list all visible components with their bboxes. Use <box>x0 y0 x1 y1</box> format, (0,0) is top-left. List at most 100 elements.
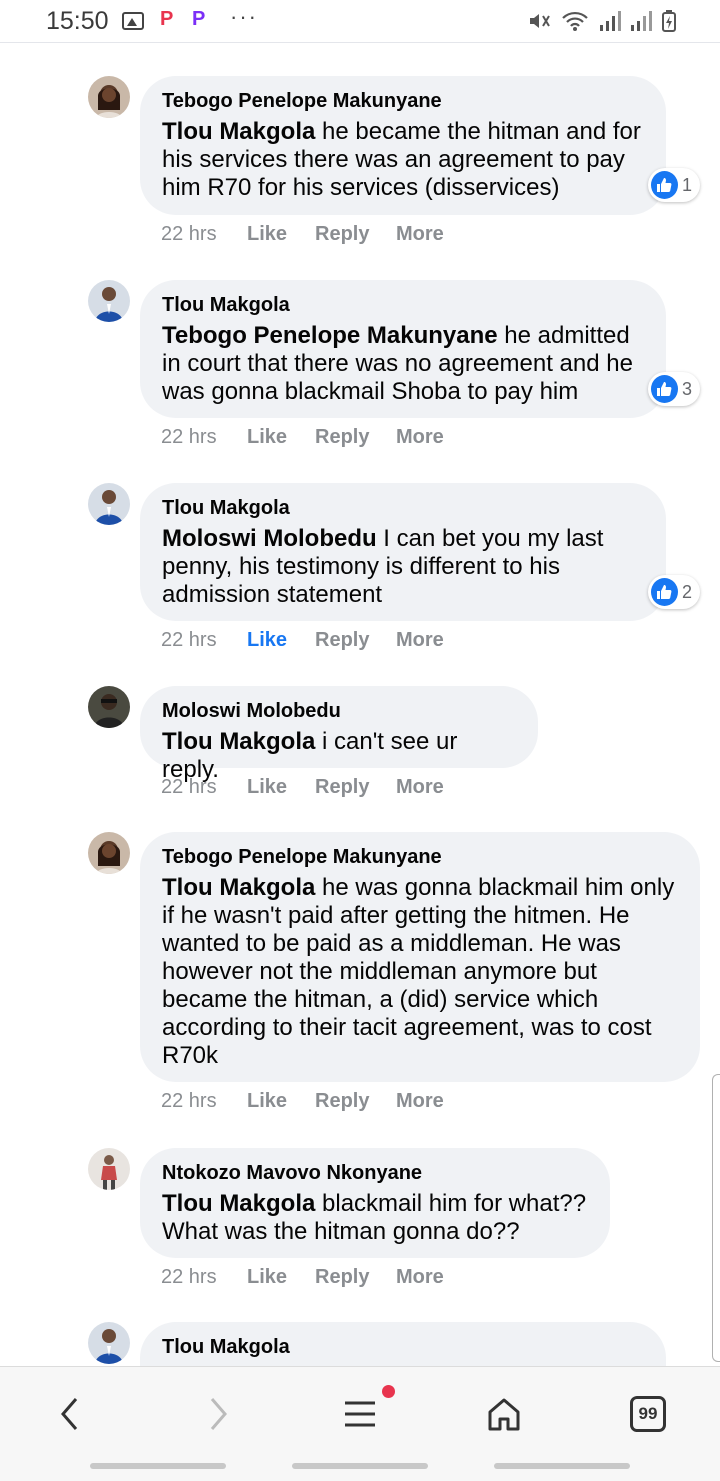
comment-time: 22 hrs <box>161 426 217 448</box>
comment-author[interactable]: Tebogo Penelope Makunyane <box>162 88 644 114</box>
comment-text: Tebogo Penelope Makunyane he admitted in… <box>162 322 644 406</box>
like-reaction-icon <box>651 578 678 606</box>
p-app-icon: P <box>160 8 174 30</box>
comment-bubble[interactable]: Tebogo Penelope Makunyane Tlou Makgola h… <box>140 832 700 1082</box>
reaction-count-text: 1 <box>681 174 692 195</box>
p-app-icon: P <box>192 8 206 30</box>
comment-time: 22 hrs <box>161 223 217 245</box>
notification-dot <box>382 1385 395 1398</box>
forward-button[interactable] <box>188 1389 248 1439</box>
reaction-count-text: 3 <box>681 378 692 399</box>
gallery-icon <box>122 12 144 30</box>
like-button[interactable]: Like <box>247 629 315 652</box>
mention-link[interactable]: Moloswi Molobedu <box>162 525 377 552</box>
system-status-icons <box>528 9 676 32</box>
scroll-handle[interactable] <box>712 1074 720 1362</box>
gesture-pill <box>494 1463 630 1469</box>
like-button[interactable]: Like <box>247 1266 315 1289</box>
mute-icon <box>529 13 550 28</box>
reply-button[interactable]: Reply <box>315 223 396 246</box>
comment-actions: 22 hrs Like Reply More <box>161 1266 444 1289</box>
comments-feed[interactable]: Tebogo Penelope Makunyane Tlou Makgola h… <box>0 44 720 1366</box>
home-button[interactable] <box>474 1389 534 1439</box>
wifi-icon <box>562 11 589 31</box>
more-dots-icon: ··· <box>230 4 258 29</box>
comment-author[interactable]: Tlou Makgola <box>162 1334 644 1360</box>
mention-link[interactable]: Tebogo Penelope Makunyane <box>162 322 498 349</box>
signal-icon <box>631 10 653 31</box>
like-button[interactable]: Like <box>247 223 315 246</box>
comment-bubble[interactable]: Ntokozo Mavovo Nkonyane Tlou Makgola bla… <box>140 1148 610 1258</box>
avatar[interactable] <box>88 1322 130 1364</box>
reaction-count[interactable]: 3 <box>648 372 700 406</box>
comment-author[interactable]: Tlou Makgola <box>162 292 644 318</box>
tabs-icon: 99 <box>630 1396 666 1432</box>
comment-text: Tlou Makgola he was gonna blackmail him … <box>162 874 678 1070</box>
comment-actions: 22 hrs Like Reply More <box>161 776 444 799</box>
reply-button[interactable]: Reply <box>315 776 396 799</box>
comment-time: 22 hrs <box>161 629 217 651</box>
comment-author[interactable]: Ntokozo Mavovo Nkonyane <box>162 1160 588 1186</box>
comment-actions: 22 hrs Like Reply More <box>161 426 444 449</box>
more-button[interactable]: More <box>396 1090 444 1113</box>
comment-bubble[interactable]: Tebogo Penelope Makunyane Tlou Makgola h… <box>140 76 666 215</box>
comment-body: he was gonna blackmail him only if he wa… <box>162 874 675 1069</box>
gesture-pill <box>292 1463 428 1469</box>
avatar[interactable] <box>88 280 130 322</box>
comment-author[interactable]: Moloswi Molobedu <box>162 698 516 724</box>
comment-bubble[interactable]: Moloswi Molobedu Tlou Makgola i can't se… <box>140 686 538 783</box>
avatar[interactable] <box>88 832 130 874</box>
menu-button[interactable] <box>330 1389 390 1439</box>
like-reaction-icon <box>651 375 678 403</box>
gesture-pill <box>90 1463 226 1469</box>
avatar[interactable] <box>88 686 130 728</box>
tabs-button[interactable]: 99 <box>618 1389 678 1439</box>
reply-button[interactable]: Reply <box>315 629 396 652</box>
forward-arrow-icon <box>210 1398 227 1430</box>
avatar[interactable] <box>88 1148 130 1190</box>
back-button[interactable] <box>40 1389 100 1439</box>
like-button[interactable]: Like <box>247 776 315 799</box>
reply-button[interactable]: Reply <box>315 1090 396 1113</box>
mention-link[interactable]: Tlou Makgola <box>162 728 315 755</box>
reply-button[interactable]: Reply <box>315 1266 396 1289</box>
comment-bubble[interactable]: Tlou Makgola Moloswi Molobedu I can bet … <box>140 483 666 621</box>
comment-bubble[interactable]: Tlou Makgola <box>140 1322 666 1366</box>
comment-text: Moloswi Molobedu I can bet you my last p… <box>162 525 644 609</box>
comment-actions: 22 hrs Like Reply More <box>161 223 444 246</box>
comment-actions: 22 hrs Like Reply More <box>161 629 444 652</box>
battery-charging-icon <box>662 9 676 32</box>
avatar[interactable] <box>88 483 130 525</box>
like-reaction-icon <box>651 171 678 199</box>
more-button[interactable]: More <box>396 776 444 799</box>
reply-button[interactable]: Reply <box>315 426 396 449</box>
comment-time: 22 hrs <box>161 1090 217 1112</box>
mention-link[interactable]: Tlou Makgola <box>162 118 315 145</box>
comment-author[interactable]: Tebogo Penelope Makunyane <box>162 844 678 870</box>
like-button[interactable]: Like <box>247 1090 315 1113</box>
reaction-count-text: 2 <box>681 581 692 602</box>
comment-text: Tlou Makgola he became the hitman and fo… <box>162 118 644 202</box>
comment-time: 22 hrs <box>161 776 217 798</box>
avatar[interactable] <box>88 76 130 118</box>
comment-author[interactable]: Tlou Makgola <box>162 495 644 521</box>
more-button[interactable]: More <box>396 426 444 449</box>
signal-icon <box>599 10 621 31</box>
reaction-count[interactable]: 2 <box>648 575 700 609</box>
comment-text: Tlou Makgola blackmail him for what?? Wh… <box>162 1190 588 1246</box>
status-bar: 15:50 P P ··· <box>0 0 720 43</box>
comment-bubble[interactable]: Tlou Makgola Tebogo Penelope Makunyane h… <box>140 280 666 418</box>
home-icon <box>488 1398 520 1431</box>
more-button[interactable]: More <box>396 629 444 652</box>
comment-time: 22 hrs <box>161 1266 217 1288</box>
like-button[interactable]: Like <box>247 426 315 449</box>
status-time: 15:50 <box>46 7 109 35</box>
mention-link[interactable]: Tlou Makgola <box>162 874 315 901</box>
more-button[interactable]: More <box>396 223 444 246</box>
back-arrow-icon <box>61 1398 78 1430</box>
menu-icon <box>345 1401 375 1427</box>
mention-link[interactable]: Tlou Makgola <box>162 1190 315 1217</box>
comment-actions: 22 hrs Like Reply More <box>161 1090 444 1113</box>
reaction-count[interactable]: 1 <box>648 168 700 202</box>
more-button[interactable]: More <box>396 1266 444 1289</box>
